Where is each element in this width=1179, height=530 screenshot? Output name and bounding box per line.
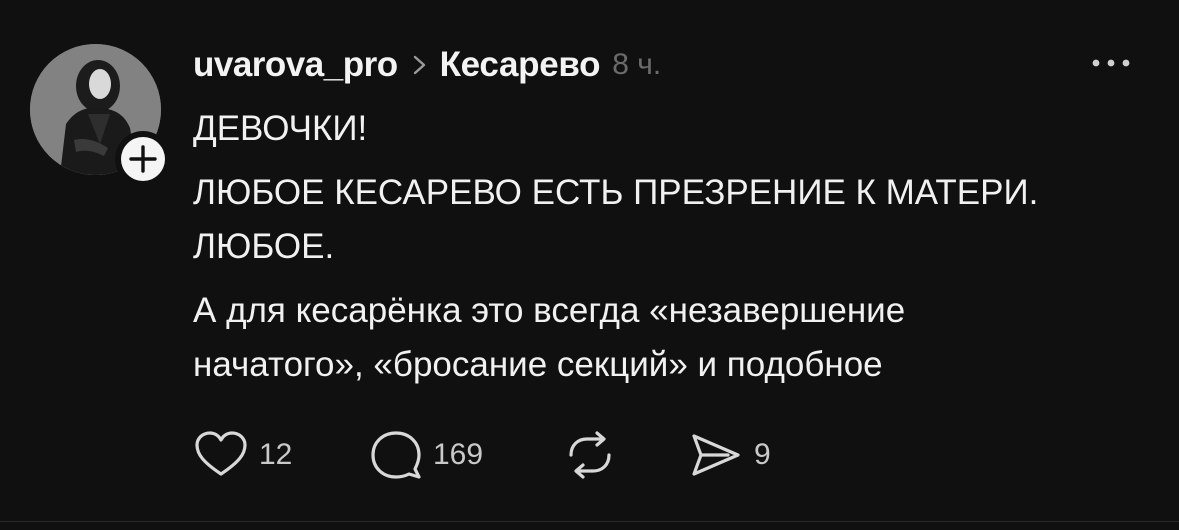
post-divider (0, 521, 1179, 530)
share-count: 9 (754, 438, 771, 471)
post-text-paragraph-3: А для кесарёнка это всегда «незавершение… (193, 284, 905, 392)
follow-button[interactable] (115, 131, 171, 187)
text-line: А для кесарёнка это всегда «незавершение (193, 291, 906, 330)
like-count: 12 (259, 438, 293, 471)
post-text-paragraph-1: ДЕВОЧКИ! (193, 102, 367, 156)
plus-icon (129, 145, 157, 173)
share-button[interactable]: 9 (688, 428, 771, 482)
post-text-paragraph-2: ЛЮБОЕ КЕСАРЕВО ЕСТЬ ПРЕЗРЕНИЕ К МАТЕРИ. … (193, 166, 1038, 274)
more-dots-icon[interactable] (1089, 53, 1133, 73)
comment-count: 169 (433, 438, 484, 471)
repost-button[interactable] (561, 428, 619, 482)
chevron-right-icon (413, 55, 425, 75)
text-line: ДЕВОЧКИ! (193, 109, 368, 148)
text-line: ЛЮБОЕ. (193, 227, 335, 266)
post-time: 8 ч. (612, 48, 662, 81)
send-icon (692, 434, 740, 476)
post-header: uvarova_pro Кесарево 8 ч. (193, 40, 661, 90)
text-line: начатого», «бросание секций» и подобное (193, 345, 883, 384)
heart-icon (195, 431, 247, 476)
like-button[interactable]: 12 (193, 428, 292, 482)
username[interactable]: uvarova_pro (193, 45, 398, 85)
topic-link[interactable]: Кесарево (440, 45, 601, 85)
repost-arrows-icon (569, 431, 611, 479)
comment-button[interactable]: 169 (369, 428, 483, 482)
text-line: ЛЮБОЕ КЕСАРЕВО ЕСТЬ ПРЕЗРЕНИЕ К МАТЕРИ. (193, 173, 1039, 212)
comment-bubble-icon (371, 431, 421, 479)
thread-post: uvarova_pro Кесарево 8 ч. ДЕВОЧКИ! ЛЮБОЕ… (0, 0, 1179, 521)
post-actions: 12 169 9 (193, 428, 813, 482)
